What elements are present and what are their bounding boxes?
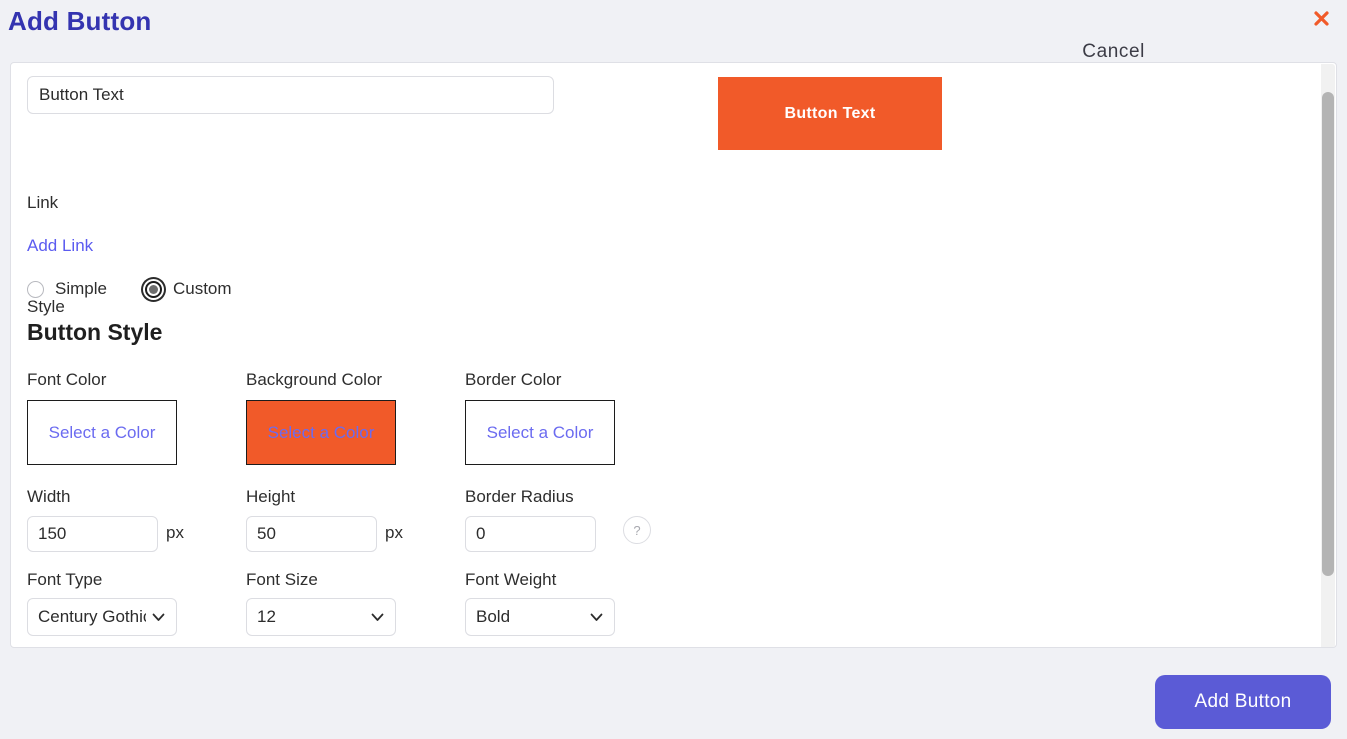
background-color-label: Background Color (246, 370, 383, 389)
font-type-value: Century Gothic (38, 607, 146, 626)
vertical-scrollbar-thumb[interactable] (1322, 92, 1334, 576)
radio-dot-icon (148, 284, 158, 294)
vertical-scrollbar-track[interactable] (1321, 64, 1335, 647)
font-weight-value: Bold (476, 607, 511, 626)
background-color-swatch-text: Select a Color (267, 422, 375, 442)
radio-option-custom[interactable]: Custom (144, 279, 232, 299)
chevron-down-icon (365, 613, 395, 622)
border-color-label: Border Color (465, 370, 562, 389)
font-color-label: Font Color (27, 370, 107, 389)
radio-label-simple: Simple (55, 279, 107, 298)
width-label: Width (27, 487, 71, 506)
close-icon[interactable] (1309, 6, 1333, 30)
chevron-down-icon (146, 613, 176, 622)
add-button-submit[interactable]: Add Button (1155, 675, 1331, 729)
font-weight-label: Font Weight (465, 570, 557, 589)
radio-label-custom: Custom (172, 279, 232, 298)
chevron-down-icon (584, 613, 614, 622)
font-color-swatch[interactable]: Select a Color (27, 400, 177, 465)
radio-circle-checked-icon (144, 280, 162, 298)
border-color-swatch-text: Select a Color (486, 422, 594, 442)
background-color-swatch[interactable]: Select a Color (246, 400, 396, 465)
form-scroll-region: Link Add Link Style Simple Custom Button… (11, 63, 1322, 647)
radio-circle-icon (27, 280, 44, 298)
width-unit-label: px (166, 523, 184, 542)
font-size-value: 12 (257, 607, 276, 626)
border-radius-label: Border Radius (465, 487, 574, 506)
font-size-label: Font Size (246, 570, 318, 589)
add-link-button[interactable]: Add Link (27, 236, 93, 256)
button-preview[interactable]: Button Text (718, 77, 942, 150)
border-color-swatch[interactable]: Select a Color (465, 400, 615, 465)
button-text-input[interactable] (27, 76, 554, 114)
border-radius-input[interactable] (465, 516, 596, 552)
height-input[interactable] (246, 516, 377, 552)
radio-option-simple[interactable]: Simple (27, 279, 107, 299)
help-icon[interactable]: ? (623, 516, 651, 544)
cancel-button[interactable]: Cancel (1076, 40, 1151, 64)
font-type-select[interactable]: Century Gothic (27, 598, 177, 636)
button-style-heading: Button Style (27, 319, 163, 345)
height-unit-label: px (385, 523, 403, 542)
style-label: Style (27, 297, 65, 316)
font-type-label: Font Type (27, 570, 103, 589)
modal-footer (0, 648, 1347, 739)
width-input[interactable] (27, 516, 158, 552)
font-weight-select[interactable]: Bold (465, 598, 615, 636)
height-label: Height (246, 487, 296, 506)
style-radio-group: Simple Custom (27, 279, 232, 299)
link-label: Link (27, 193, 59, 212)
modal-body-card: Link Add Link Style Simple Custom Button… (10, 62, 1337, 648)
font-size-select[interactable]: 12 (246, 598, 396, 636)
button-preview-label: Button Text (784, 104, 876, 122)
page-title: Add Button (8, 6, 152, 36)
font-color-swatch-text: Select a Color (48, 422, 156, 442)
